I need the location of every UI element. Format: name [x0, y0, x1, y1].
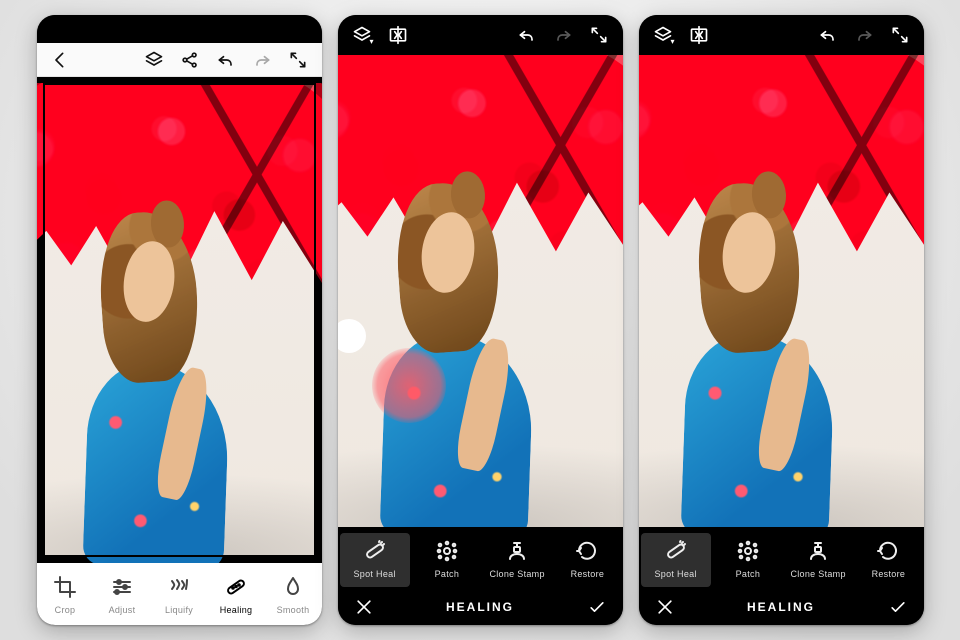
- redo-button[interactable]: [549, 21, 577, 49]
- undo-button[interactable]: [212, 46, 240, 74]
- image-canvas[interactable]: [37, 77, 322, 563]
- tool-label: Restore: [872, 569, 906, 579]
- tools-toolbar: Crop Adjust Liquify Healing Smooth: [37, 563, 322, 625]
- tool-label: Healing: [220, 605, 253, 615]
- mode-title: HEALING: [679, 600, 884, 614]
- restore-icon: [575, 539, 599, 565]
- smooth-icon: [281, 575, 305, 601]
- clone-stamp-icon: [505, 539, 529, 565]
- layers-button[interactable]: ▾: [348, 21, 376, 49]
- spot-heal-icon: [363, 539, 387, 565]
- tool-label: Clone Stamp: [489, 569, 544, 579]
- tool-spot-heal[interactable]: Spot Heal: [641, 533, 711, 587]
- layers-button[interactable]: [140, 46, 168, 74]
- statusbar: [37, 15, 322, 43]
- tool-label: Clone Stamp: [790, 569, 845, 579]
- tool-label: Patch: [736, 569, 761, 579]
- phone-healing-inprogress: ▾ Spot Heal Patch Clone Stamp: [338, 15, 623, 625]
- patch-icon: [736, 539, 760, 565]
- back-button[interactable]: [47, 46, 75, 74]
- tool-label: Spot Heal: [655, 569, 697, 579]
- top-toolbar: ▾: [639, 15, 924, 55]
- mode-confirm-bar: HEALING: [338, 589, 623, 625]
- tool-label: Crop: [55, 605, 76, 615]
- tool-crop[interactable]: Crop: [37, 569, 94, 623]
- redo-button[interactable]: [248, 46, 276, 74]
- tool-restore[interactable]: Restore: [552, 533, 622, 587]
- crop-icon: [53, 575, 77, 601]
- tool-label: Smooth: [277, 605, 310, 615]
- confirm-button[interactable]: [583, 593, 611, 621]
- spot-heal-icon: [664, 539, 688, 565]
- layers-button[interactable]: ▾: [649, 21, 677, 49]
- patch-icon: [435, 539, 459, 565]
- tool-label: Adjust: [109, 605, 136, 615]
- tool-clone-stamp[interactable]: Clone Stamp: [482, 533, 552, 587]
- chevron-down-icon: ▾: [670, 38, 674, 46]
- compare-button[interactable]: [384, 21, 412, 49]
- phone-editor-main: Crop Adjust Liquify Healing Smooth: [37, 15, 322, 625]
- tool-patch[interactable]: Patch: [713, 533, 783, 587]
- fullscreen-button[interactable]: [585, 21, 613, 49]
- tool-restore[interactable]: Restore: [853, 533, 923, 587]
- fullscreen-button[interactable]: [886, 21, 914, 49]
- tool-smooth[interactable]: Smooth: [265, 569, 322, 623]
- tool-label: Spot Heal: [354, 569, 396, 579]
- image-canvas[interactable]: [639, 55, 924, 527]
- healing-icon: [224, 575, 248, 601]
- restore-icon: [876, 539, 900, 565]
- image-canvas[interactable]: [338, 55, 623, 527]
- heal-brush-mark: [372, 348, 446, 424]
- tool-label: Restore: [571, 569, 605, 579]
- healing-toolbar: Spot Heal Patch Clone Stamp Restore: [639, 527, 924, 589]
- tool-label: Patch: [435, 569, 460, 579]
- redo-button[interactable]: [850, 21, 878, 49]
- adjust-icon: [110, 575, 134, 601]
- cancel-button[interactable]: [651, 593, 679, 621]
- phone-healing-result: ▾ Spot Heal Patch Clone Stamp: [639, 15, 924, 625]
- clone-stamp-icon: [806, 539, 830, 565]
- liquify-icon: [167, 575, 191, 601]
- tool-clone-stamp[interactable]: Clone Stamp: [783, 533, 853, 587]
- edited-photo: [338, 55, 623, 527]
- cancel-button[interactable]: [350, 593, 378, 621]
- edited-photo: [639, 55, 924, 527]
- tool-adjust[interactable]: Adjust: [94, 569, 151, 623]
- chevron-down-icon: ▾: [369, 38, 373, 46]
- tool-patch[interactable]: Patch: [412, 533, 482, 587]
- tool-spot-heal[interactable]: Spot Heal: [340, 533, 410, 587]
- mode-confirm-bar: HEALING: [639, 589, 924, 625]
- top-toolbar: ▾: [338, 15, 623, 55]
- share-button[interactable]: [176, 46, 204, 74]
- tool-liquify[interactable]: Liquify: [151, 569, 208, 623]
- top-toolbar: [37, 43, 322, 77]
- mode-title: HEALING: [378, 600, 583, 614]
- undo-button[interactable]: [814, 21, 842, 49]
- tool-label: Liquify: [165, 605, 193, 615]
- undo-button[interactable]: [513, 21, 541, 49]
- compare-button[interactable]: [685, 21, 713, 49]
- fullscreen-button[interactable]: [284, 46, 312, 74]
- tool-healing[interactable]: Healing: [208, 569, 265, 623]
- healing-toolbar: Spot Heal Patch Clone Stamp Restore: [338, 527, 623, 589]
- confirm-button[interactable]: [884, 593, 912, 621]
- edited-photo: [43, 83, 316, 557]
